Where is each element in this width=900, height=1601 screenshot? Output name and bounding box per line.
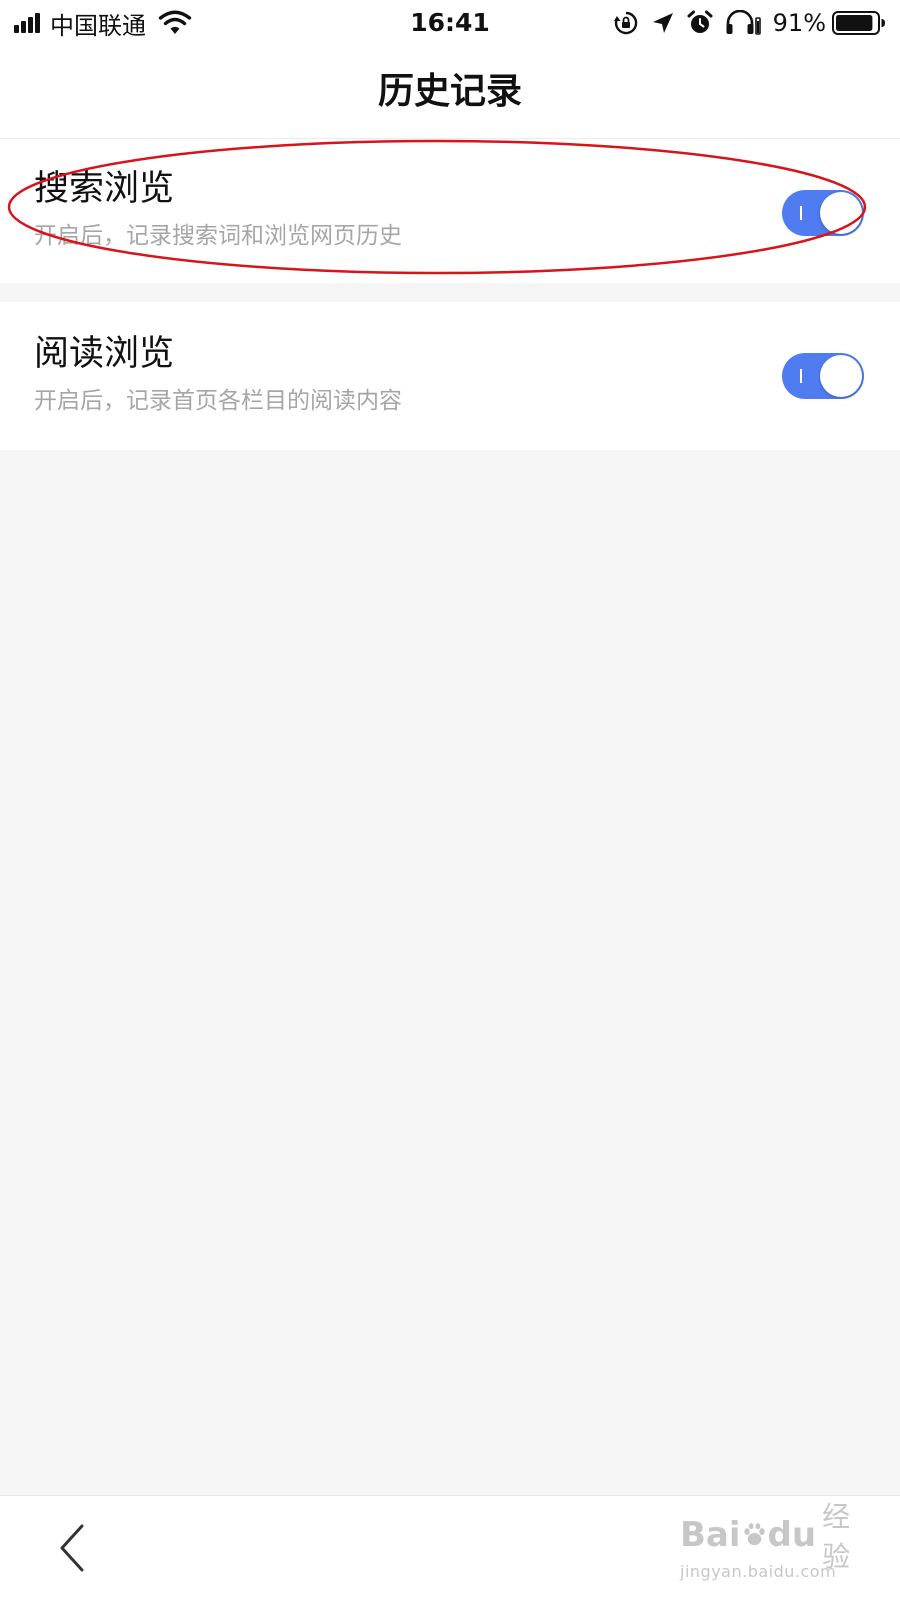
chevron-left-icon	[60, 1524, 84, 1572]
status-right: 91%	[601, 8, 886, 38]
alarm-icon	[687, 10, 713, 33]
setting-row-search-browsing: 搜索浏览 开启后，记录搜索词和浏览网页历史	[0, 139, 900, 283]
battery-percent: 91%	[772, 9, 826, 37]
bottom-toolbar: Bai du 经验 jingyan.baidu.com	[0, 1495, 900, 1601]
baidu-jingyan-watermark: Bai du 经验 jingyan.baidu.com	[680, 1500, 860, 1590]
watermark-logo-text-start: Bai	[680, 1515, 741, 1555]
setting-row-reading-browsing: 阅读浏览 开启后，记录首页各栏目的阅读内容	[0, 302, 900, 450]
page-title: 历史记录	[377, 71, 522, 112]
back-button[interactable]	[50, 1520, 96, 1576]
setting-title: 搜索浏览	[34, 169, 175, 209]
setting-description: 开启后，记录首页各栏目的阅读内容	[34, 388, 402, 414]
setting-title: 阅读浏览	[34, 334, 175, 374]
watermark-url: jingyan.baidu.com	[680, 1562, 837, 1581]
status-bar: 中国联通 16:41 91%	[0, 0, 900, 46]
location-arrow-icon	[652, 13, 673, 33]
search-browsing-toggle[interactable]	[782, 190, 864, 236]
watermark-logo-text-end: du	[767, 1515, 817, 1555]
watermark-logo: Bai du 经验	[680, 1500, 860, 1573]
rotation-lock-icon	[613, 11, 637, 35]
paw-icon	[743, 1523, 765, 1546]
headphones-icon	[726, 10, 761, 35]
setting-description: 开启后，记录搜索词和浏览网页历史	[34, 223, 402, 249]
nav-bar: 历史记录	[0, 46, 900, 139]
toggle-knob	[820, 355, 862, 397]
toggle-on-mark	[800, 369, 802, 383]
toggle-on-mark	[800, 206, 802, 220]
reading-browsing-toggle[interactable]	[782, 353, 864, 399]
toggle-knob	[820, 192, 862, 234]
battery-icon	[832, 11, 885, 35]
